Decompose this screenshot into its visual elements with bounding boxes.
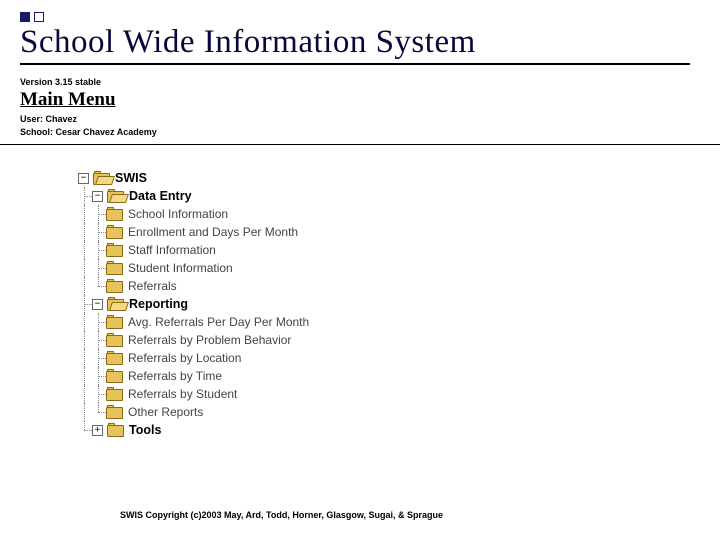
version-text: Version 3.15 stable (20, 77, 720, 87)
tree-item-label: Avg. Referrals Per Day Per Month (128, 316, 309, 328)
tree-section-label: Data Entry (129, 190, 192, 203)
school-value: Cesar Chavez Academy (56, 127, 157, 137)
page: { "header": { "app_title": "School Wide … (0, 0, 720, 540)
folder-icon (106, 208, 123, 221)
tree-item[interactable]: Avg. Referrals Per Day Per Month (78, 313, 720, 331)
folder-icon (106, 334, 123, 347)
tree-item[interactable]: Staff Information (78, 241, 720, 259)
navigation-tree: − SWIS − Data Entry School Information E… (78, 169, 720, 439)
tree-item[interactable]: Referrals by Location (78, 349, 720, 367)
tree-section-label: Reporting (129, 298, 188, 311)
tree-section-reporting[interactable]: − Reporting (78, 295, 720, 313)
tree-item-label: Referrals by Student (128, 388, 237, 400)
tree-item[interactable]: Enrollment and Days Per Month (78, 223, 720, 241)
folder-open-icon (107, 190, 124, 203)
tree-item-label: Staff Information (128, 244, 216, 256)
tree-item[interactable]: Referrals by Time (78, 367, 720, 385)
tree-item[interactable]: Referrals (78, 277, 720, 295)
folder-open-icon (107, 298, 124, 311)
folder-icon (106, 226, 123, 239)
tree-item[interactable]: School Information (78, 205, 720, 223)
folder-icon (106, 370, 123, 383)
folder-icon (106, 280, 123, 293)
context-info: User: Chavez School: Cesar Chavez Academ… (20, 113, 720, 138)
tree-item-label: Referrals (128, 280, 177, 292)
tree-item-label: Enrollment and Days Per Month (128, 226, 298, 238)
minus-icon[interactable]: − (78, 173, 89, 184)
folder-icon (106, 352, 123, 365)
header: School Wide Information System Version 3… (0, 0, 720, 138)
plus-icon[interactable]: + (92, 425, 103, 436)
tree-item-label: Referrals by Location (128, 352, 241, 364)
tree-section-data-entry[interactable]: − Data Entry (78, 187, 720, 205)
logo-squares (20, 12, 720, 22)
logo-square-filled (20, 12, 30, 22)
tree-item-label: School Information (128, 208, 228, 220)
folder-icon (106, 244, 123, 257)
logo-square-open (34, 12, 44, 22)
divider (0, 144, 720, 145)
tree-item-label: Referrals by Problem Behavior (128, 334, 291, 346)
tree-item[interactable]: Student Information (78, 259, 720, 277)
folder-icon (106, 388, 123, 401)
user-label: User: (20, 114, 43, 124)
folder-open-icon (93, 172, 110, 185)
tree-item[interactable]: Referrals by Problem Behavior (78, 331, 720, 349)
user-value: Chavez (46, 114, 78, 124)
folder-icon (106, 316, 123, 329)
minus-icon[interactable]: − (92, 191, 103, 202)
tree-item-label: Referrals by Time (128, 370, 222, 382)
tree-item[interactable]: Other Reports (78, 403, 720, 421)
school-label: School: (20, 127, 53, 137)
folder-icon (107, 424, 124, 437)
tree-item-label: Student Information (128, 262, 233, 274)
folder-icon (106, 262, 123, 275)
tree-section-label: Tools (129, 424, 161, 437)
tree-item-label: Other Reports (128, 406, 203, 418)
app-title: School Wide Information System (20, 24, 690, 65)
copyright-text: SWIS Copyright (c)2003 May, Ard, Todd, H… (120, 510, 443, 520)
folder-icon (106, 406, 123, 419)
tree-section-tools[interactable]: + Tools (78, 421, 720, 439)
page-heading: Main Menu (20, 89, 720, 111)
tree-root[interactable]: − SWIS (78, 169, 720, 187)
tree-root-label: SWIS (115, 172, 147, 185)
tree-item[interactable]: Referrals by Student (78, 385, 720, 403)
minus-icon[interactable]: − (92, 299, 103, 310)
